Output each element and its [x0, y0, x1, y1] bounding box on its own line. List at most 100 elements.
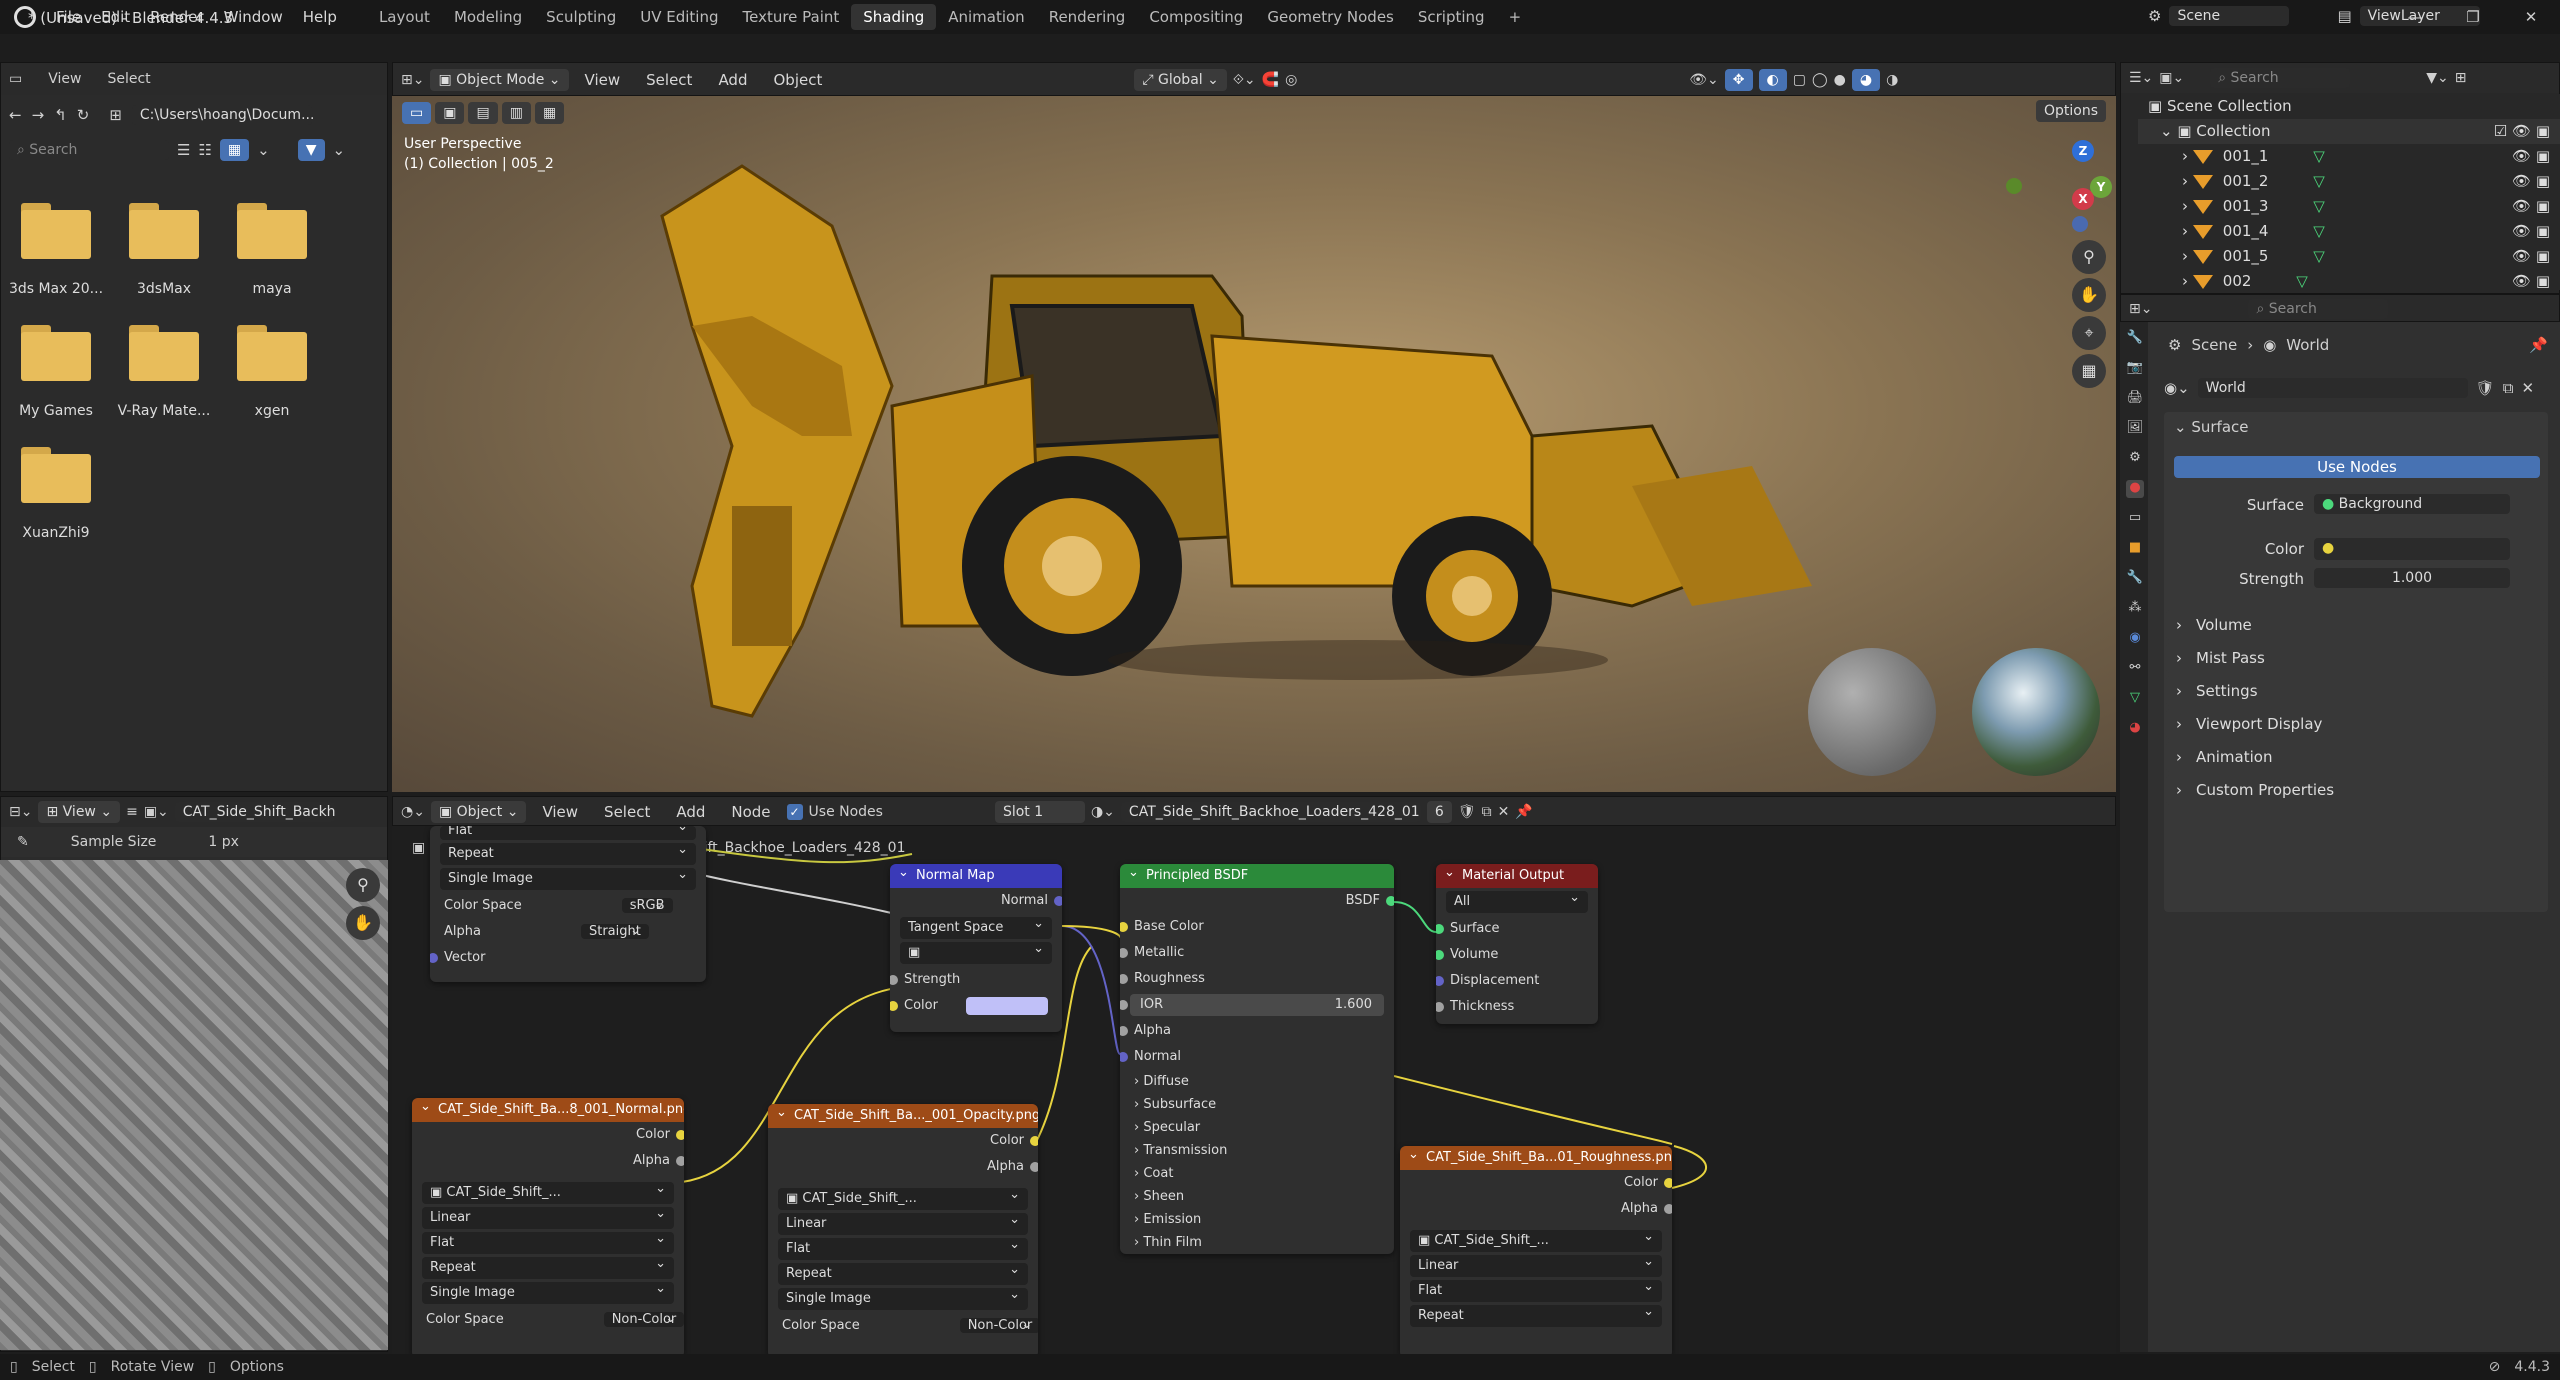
- opacity-texture-node[interactable]: CAT_Side_Shift_Ba..._001_Opacity.png Col…: [768, 1104, 1038, 1354]
- outliner-search-input[interactable]: ⌕ Search: [2210, 68, 2351, 88]
- source-dropdown[interactable]: Single Image: [778, 1284, 1028, 1310]
- minimize-icon[interactable]: —: [2386, 8, 2444, 26]
- alpha-dropdown[interactable]: Straight: [580, 924, 649, 939]
- new-folder-icon[interactable]: ⊞: [109, 106, 122, 124]
- ior-field[interactable]: IOR 1.600: [1130, 994, 1384, 1016]
- thickness-socket[interactable]: [1436, 1002, 1444, 1012]
- world-browse-icon[interactable]: ◉⌄: [2164, 379, 2190, 397]
- scene-selector[interactable]: Scene: [2169, 6, 2290, 26]
- folder-icon[interactable]: [21, 203, 91, 259]
- panel-sheen[interactable]: › Sheen: [1120, 1185, 1394, 1208]
- gizmo-x-axis[interactable]: X: [2072, 188, 2094, 210]
- custom-properties-section[interactable]: Custom Properties: [2166, 775, 2546, 805]
- image-selector[interactable]: ▣ CAT_Side_Shift_...: [778, 1184, 1028, 1210]
- pin-icon[interactable]: 📌: [1515, 804, 1532, 820]
- grid-perspective-icon[interactable]: ▦: [2072, 354, 2106, 388]
- surface-socket[interactable]: [1436, 924, 1444, 934]
- folder-icon[interactable]: [237, 325, 307, 381]
- bsdf-output-socket[interactable]: [1386, 896, 1394, 906]
- path-field[interactable]: C:\Users\hoang\Docum...: [131, 105, 314, 125]
- normal-texture-node[interactable]: CAT_Side_Shift_Ba...8_001_Normal.png Col…: [412, 1098, 684, 1354]
- alpha-output-socket[interactable]: [1664, 1204, 1672, 1214]
- unlink-icon[interactable]: ✕: [2521, 379, 2534, 397]
- outliner-item[interactable]: › 001_4 ▽ 👁 ▣: [2138, 219, 2560, 244]
- ne-menu-view[interactable]: View: [532, 803, 588, 821]
- sample-size-value[interactable]: 1 px: [208, 834, 239, 850]
- target-dropdown[interactable]: All: [1446, 887, 1588, 913]
- color-swatch[interactable]: [966, 997, 1048, 1015]
- image-name-field[interactable]: CAT_Side_Shift_Backh: [174, 802, 335, 822]
- material-name-field[interactable]: CAT_Side_Shift_Backhoe_Loaders_428_01: [1120, 802, 1421, 822]
- select-box-icon[interactable]: ▭: [402, 102, 432, 124]
- folder-label[interactable]: 3ds Max 20...: [1, 281, 111, 297]
- duplicate-material-icon[interactable]: ⧉: [1482, 804, 1492, 820]
- interpolation-dropdown[interactable]: Linear: [422, 1203, 674, 1229]
- gizmo-z-axis[interactable]: Z: [2072, 140, 2094, 162]
- surface-section-header[interactable]: ⌄ Surface: [2174, 418, 2249, 436]
- tab-geometry-nodes[interactable]: Geometry Nodes: [1255, 4, 1406, 30]
- proportional-icon[interactable]: ◎: [1285, 72, 1297, 88]
- data-tab-icon[interactable]: ▽: [2126, 690, 2144, 708]
- outliner-filter-icon[interactable]: ▼⌄: [2426, 70, 2449, 86]
- object-tab-icon[interactable]: ■: [2126, 540, 2144, 558]
- sample-tool-icon[interactable]: ✎: [17, 834, 29, 850]
- tab-texture-paint[interactable]: Texture Paint: [730, 4, 851, 30]
- fake-user-icon[interactable]: 🛡: [1458, 804, 1476, 820]
- normal-texture-title[interactable]: CAT_Side_Shift_Ba...8_001_Normal.png: [412, 1098, 684, 1122]
- ne-menu-select[interactable]: Select: [594, 803, 660, 821]
- color-space-dropdown[interactable]: sRGB: [621, 898, 673, 913]
- material-tab-icon[interactable]: ◕: [2126, 720, 2144, 738]
- pan-hand-icon[interactable]: ✋: [2072, 278, 2106, 312]
- filter-options-icon[interactable]: ⌄: [333, 141, 346, 159]
- base-color-socket[interactable]: [1120, 922, 1128, 932]
- interpolation-dropdown[interactable]: Linear: [1410, 1251, 1662, 1277]
- duplicate-icon[interactable]: ⧉: [2503, 379, 2514, 397]
- tab-scripting[interactable]: Scripting: [1406, 4, 1497, 30]
- thumbnails-icon[interactable]: ▦: [219, 139, 250, 161]
- ior-socket[interactable]: [1120, 1000, 1128, 1010]
- strength-field[interactable]: 1.000: [2314, 568, 2510, 588]
- rendered-icon[interactable]: ◑: [1886, 72, 1898, 88]
- select-new-icon[interactable]: ▣: [435, 102, 465, 124]
- pivot-icon[interactable]: ⟐⌄: [1233, 72, 1256, 88]
- image-pan-icon[interactable]: ✋: [346, 906, 380, 940]
- tab-animation[interactable]: Animation: [936, 4, 1036, 30]
- modifier-tab-icon[interactable]: 🔧: [2126, 570, 2144, 588]
- panel-thin-film[interactable]: › Thin Film: [1120, 1231, 1394, 1254]
- panel-subsurface[interactable]: › Subsurface: [1120, 1093, 1394, 1116]
- visibility-icon[interactable]: 👁⌄: [1689, 72, 1719, 88]
- tab-modeling[interactable]: Modeling: [442, 4, 534, 30]
- use-nodes-checkbox[interactable]: ✓: [786, 804, 803, 820]
- node-editor-type-icon[interactable]: ◔⌄: [401, 804, 425, 820]
- folder-icon[interactable]: [129, 325, 199, 381]
- mode-selector[interactable]: ▣ Object Mode ⌄: [430, 69, 569, 91]
- extension-dropdown[interactable]: Repeat: [440, 839, 696, 865]
- image-preview[interactable]: [0, 860, 388, 1350]
- strength-socket[interactable]: [890, 975, 898, 985]
- color-socket[interactable]: [890, 1001, 898, 1011]
- material-icon[interactable]: ◑⌄: [1091, 804, 1115, 820]
- scene-icon[interactable]: ⚙: [2148, 7, 2161, 25]
- solid-icon[interactable]: ●: [1834, 72, 1846, 88]
- editor-type-icon[interactable]: ⊞⌄: [401, 72, 424, 88]
- back-icon[interactable]: ←: [9, 106, 22, 124]
- projection-dropdown[interactable]: Flat: [422, 1228, 674, 1254]
- folder-icon[interactable]: [129, 203, 199, 259]
- extension-dropdown[interactable]: Repeat: [778, 1259, 1028, 1285]
- xray-icon[interactable]: ▢: [1793, 72, 1806, 88]
- alpha-output-socket[interactable]: [676, 1156, 684, 1166]
- select-extend-icon[interactable]: ▤: [468, 102, 498, 124]
- unlink-material-icon[interactable]: ✕: [1498, 804, 1510, 820]
- select-subtract-icon[interactable]: ▥: [501, 102, 531, 124]
- slot-dropdown[interactable]: Slot 1: [994, 801, 1085, 823]
- tab-compositing[interactable]: Compositing: [1137, 4, 1255, 30]
- outliner-item[interactable]: › 001_2 ▽ 👁 ▣: [2138, 169, 2560, 194]
- panel-transmission[interactable]: › Transmission: [1120, 1139, 1394, 1162]
- opacity-texture-title[interactable]: CAT_Side_Shift_Ba..._001_Opacity.png: [768, 1104, 1038, 1128]
- menu-help[interactable]: Help: [293, 8, 347, 26]
- outliner-item[interactable]: › 002 ▽ 👁 ▣: [2138, 269, 2560, 290]
- panel-emission[interactable]: › Emission: [1120, 1208, 1394, 1231]
- fake-user-icon[interactable]: 🛡: [2476, 379, 2495, 397]
- roughness-socket[interactable]: [1120, 974, 1128, 984]
- vector-socket[interactable]: [430, 953, 438, 963]
